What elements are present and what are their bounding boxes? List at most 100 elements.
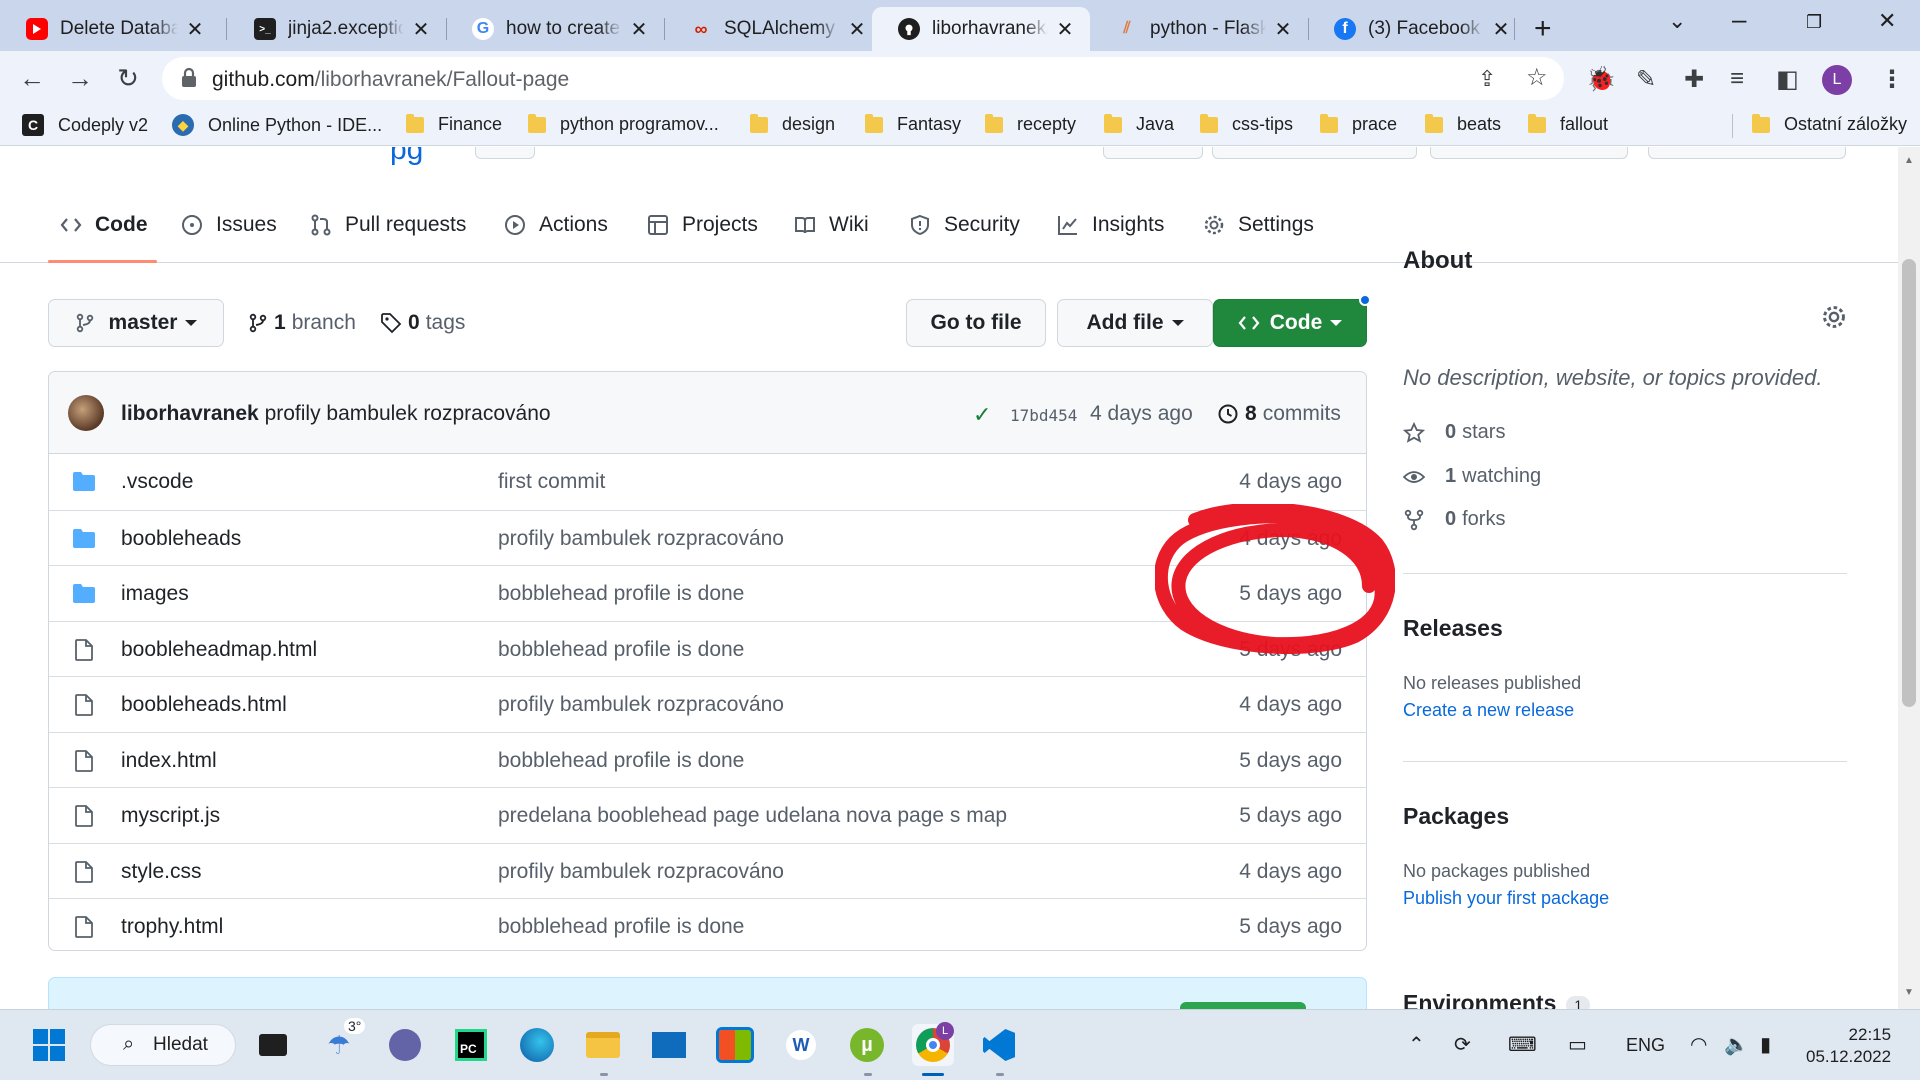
commit-message-link[interactable]: profily bambulek rozpracováno (498, 527, 784, 551)
avatar[interactable] (68, 395, 104, 431)
reload-button[interactable]: ↻ (112, 62, 144, 94)
table-row[interactable]: style.css profily bambulek rozpracováno 4 … (49, 842, 1366, 898)
eyedropper-icon[interactable]: ✎ (1636, 65, 1656, 94)
browser-tab[interactable]: ⫽ python - Flask ✕ (1090, 7, 1308, 51)
commit-message-link[interactable]: profily bambulek rozpracováno (498, 693, 784, 717)
bookmark-folder[interactable]: css-tips (1200, 113, 1293, 135)
table-row[interactable]: myscript.js predelana booblehead page ude… (49, 787, 1366, 842)
file-name-link[interactable]: style.css (121, 860, 202, 884)
back-button[interactable]: ← (16, 62, 48, 94)
side-panel-icon[interactable]: ◧ (1776, 65, 1799, 94)
publish-package-link[interactable]: Publish your first package (1403, 888, 1609, 909)
page-scrollbar[interactable]: ▲ ▼ (1898, 147, 1920, 1009)
tab-search-icon[interactable]: ⌄ (1668, 8, 1686, 34)
browser-tab[interactable]: >_ jinja2.exceptions. ✕ (228, 7, 446, 51)
commit-message[interactable]: profily bambulek rozpracováno (265, 402, 551, 425)
extension-bug-icon[interactable]: 🐞 (1586, 65, 1616, 94)
file-name-link[interactable]: .vscode (121, 470, 193, 494)
close-icon[interactable]: ✕ (1490, 17, 1512, 42)
forks-link[interactable]: 0 forks (1403, 508, 1505, 531)
packages-heading[interactable]: Packages (1403, 803, 1509, 830)
check-icon[interactable]: ✓ (973, 402, 991, 428)
add-file-button[interactable]: Add file (1057, 299, 1213, 347)
table-row[interactable]: images bobblehead profile is done 5 days a… (49, 565, 1366, 620)
pycharm-icon[interactable]: PC (450, 1024, 492, 1066)
vscode-icon[interactable] (978, 1024, 1020, 1066)
tab-insights[interactable]: Insights (1057, 213, 1164, 237)
tab-code[interactable]: Code (60, 213, 148, 237)
bookmark-folder[interactable]: fallout (1528, 113, 1608, 135)
restore-button[interactable]: ❐ (1806, 12, 1822, 33)
close-icon[interactable]: ✕ (1272, 17, 1294, 42)
tab-security[interactable]: Security (909, 213, 1020, 237)
chrome-icon[interactable]: L (912, 1022, 954, 1066)
browser-tab[interactable]: ∞ SQLAlchemy C ✕ (664, 7, 882, 51)
bookmark-folder[interactable]: beats (1425, 113, 1501, 135)
browser-tab[interactable]: f (3) Facebook ✕ (1308, 7, 1526, 51)
table-row[interactable]: boobleheads profily bambulek rozpracováno… (49, 509, 1366, 565)
commit-sha[interactable]: 17bd454 (1010, 406, 1077, 425)
forward-button[interactable]: → (64, 62, 96, 94)
system-clock[interactable]: 22:15 05.12.2022 (1806, 1024, 1891, 1068)
table-row[interactable]: index.html bobblehead profile is done 5 da… (49, 731, 1366, 787)
volume-icon[interactable]: 🔈 (1724, 1032, 1749, 1057)
windows-start-icon[interactable] (28, 1024, 70, 1066)
bookmark-folder[interactable]: python programov... (528, 113, 719, 135)
store-icon[interactable] (714, 1024, 756, 1066)
table-row[interactable]: .vscode first commit 4 days ago (49, 454, 1366, 509)
taskbar-search[interactable]: ⌕ Hledat (90, 1024, 236, 1066)
table-row[interactable]: boobleheadmap.html bobblehead profile is … (49, 620, 1366, 676)
bookmark-star-icon[interactable]: ☆ (1526, 63, 1548, 92)
bookmark-folder[interactable]: prace (1320, 113, 1397, 135)
go-to-file-button[interactable]: Go to file (906, 299, 1046, 347)
mail-icon[interactable] (648, 1024, 690, 1066)
chrome-menu-icon[interactable]: ⋮ (1880, 65, 1904, 94)
writer-icon[interactable]: W (780, 1024, 822, 1066)
table-row[interactable]: trophy.html bobblehead profile is done 5 d… (49, 898, 1366, 950)
commit-message-link[interactable]: bobblehead profile is done (498, 638, 744, 662)
task-view-icon[interactable] (252, 1024, 294, 1066)
commit-message-link[interactable]: predelana booblehead page udelana nova p… (498, 804, 1007, 828)
battery-icon[interactable]: ▮ (1760, 1032, 1771, 1057)
commits-link[interactable]: 8 commits (1217, 402, 1341, 426)
media-control-icon[interactable]: ≡ (1730, 65, 1744, 93)
browser-tab-active[interactable]: liborhavranek/ ✕ (872, 7, 1090, 51)
teams-chat-icon[interactable] (384, 1024, 426, 1066)
commit-message-link[interactable]: profily bambulek rozpracováno (498, 860, 784, 884)
commit-message-link[interactable]: bobblehead profile is done (498, 749, 744, 773)
file-name-link[interactable]: myscript.js (121, 804, 220, 828)
bookmark-folder[interactable]: design (750, 113, 835, 135)
file-explorer-icon[interactable] (582, 1024, 624, 1066)
bookmark-folder[interactable]: Java (1104, 113, 1174, 135)
minimize-button[interactable]: – (1732, 4, 1746, 35)
commit-message-link[interactable]: bobblehead profile is done (498, 582, 744, 606)
window-close-button[interactable]: ✕ (1878, 8, 1896, 34)
bookmark-item[interactable]: ◆ Online Python - IDE... (172, 114, 382, 136)
tab-settings[interactable]: Settings (1203, 213, 1314, 237)
releases-heading[interactable]: Releases (1403, 615, 1503, 642)
commit-author[interactable]: liborhavranek (121, 402, 259, 425)
code-dropdown-button[interactable]: Code (1213, 299, 1367, 347)
language-indicator[interactable]: ENG (1626, 1035, 1665, 1056)
branch-select-button[interactable]: master (48, 299, 224, 347)
tab-pull-requests[interactable]: Pull requests (310, 213, 466, 237)
tab-wiki[interactable]: Wiki (794, 213, 869, 237)
keyboard-icon[interactable]: ⌨ (1508, 1032, 1537, 1057)
extensions-puzzle-icon[interactable]: ✚ (1684, 65, 1704, 94)
gear-icon[interactable] (1821, 304, 1847, 330)
profile-avatar[interactable]: L (1822, 65, 1852, 95)
address-bar[interactable]: github.com/liborhavranek/Fallout-page ⇪ … (162, 57, 1564, 100)
tags-link[interactable]: 0 tags (380, 311, 465, 335)
commit-message-link[interactable]: bobblehead profile is done (498, 915, 744, 939)
commit-message-link[interactable]: first commit (498, 470, 605, 494)
utorrent-icon[interactable]: µ (846, 1024, 888, 1066)
wifi-icon[interactable]: ◠ (1690, 1032, 1707, 1057)
browser-tab[interactable]: G how to create ✕ (446, 7, 664, 51)
file-name-link[interactable]: boobleheads.html (121, 693, 287, 717)
create-release-link[interactable]: Create a new release (1403, 700, 1574, 721)
watching-link[interactable]: 1 watching (1403, 465, 1541, 488)
close-icon[interactable]: ✕ (410, 17, 432, 42)
bookmark-folder[interactable]: recepty (985, 113, 1076, 135)
share-icon[interactable]: ⇪ (1478, 66, 1496, 92)
other-bookmarks[interactable]: Ostatní záložky (1752, 113, 1907, 135)
